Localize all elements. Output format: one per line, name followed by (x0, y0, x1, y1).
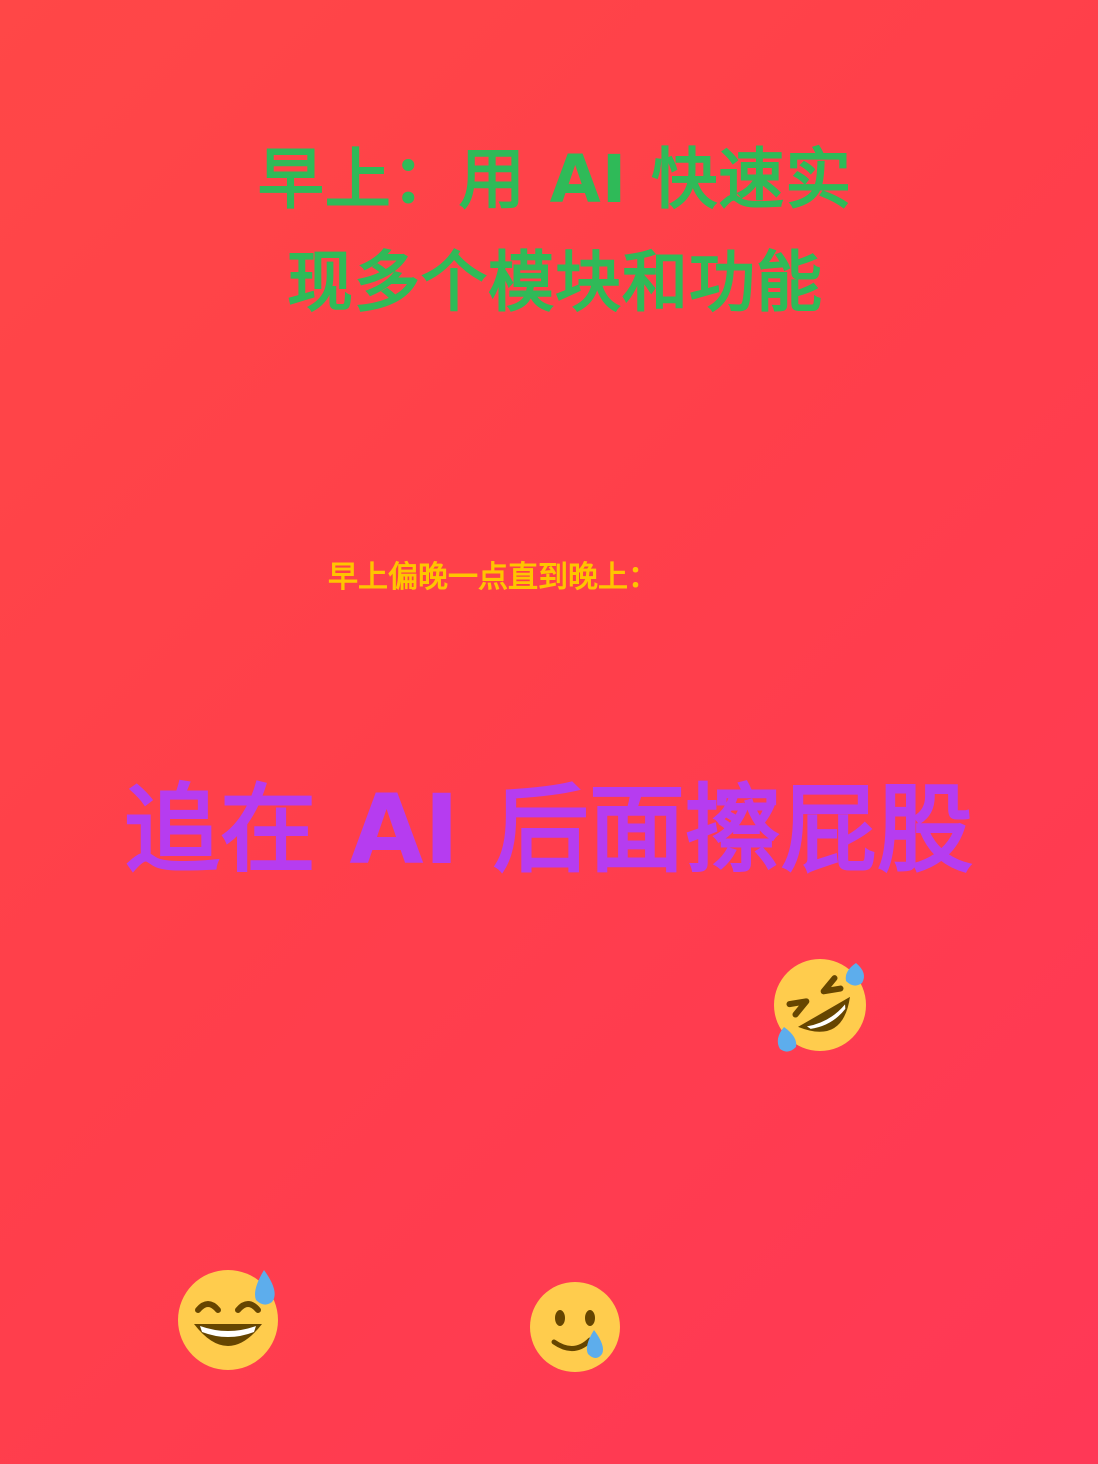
smiling-face-with-tear-emoji-icon (528, 1280, 622, 1374)
grinning-sweat-emoji-icon (176, 1268, 282, 1372)
headline-text: 早上：用 AI 快速实现多个模块和功能 (257, 141, 853, 321)
punchline-text: 追在 AI 后面擦屁股 (124, 774, 973, 886)
rolling-on-floor-laughing-emoji-icon (770, 955, 870, 1055)
subline-text: 早上偏晚一点直到晚上： (328, 560, 658, 595)
